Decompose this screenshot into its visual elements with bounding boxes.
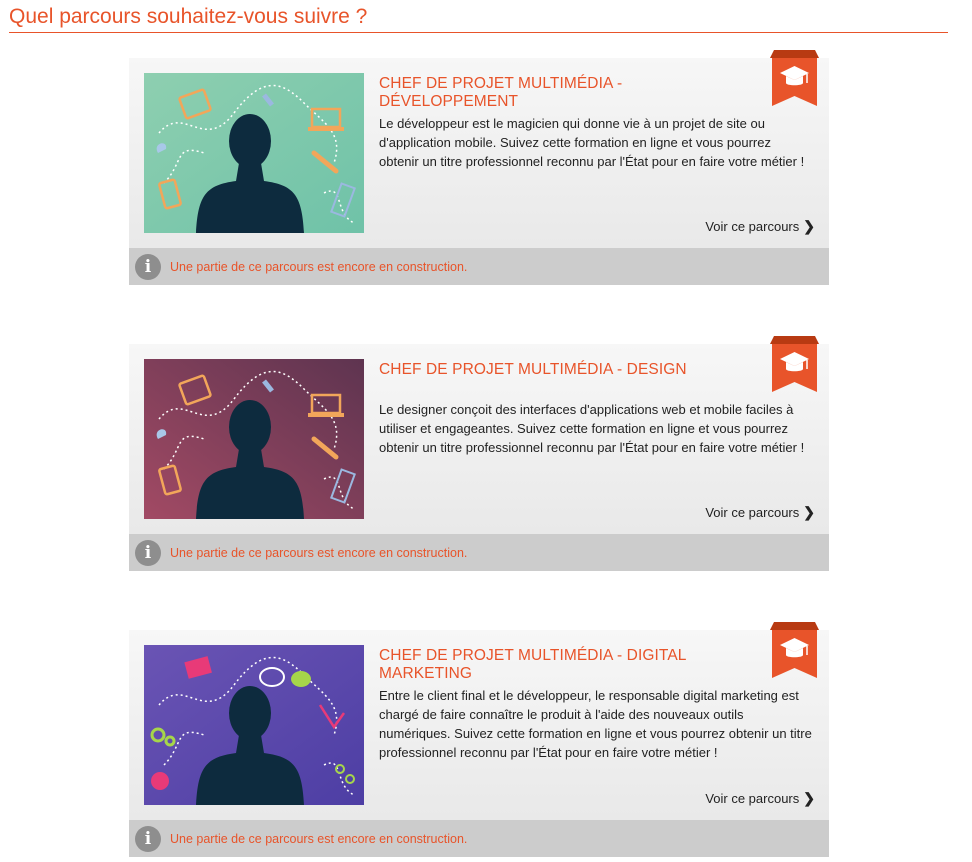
developer-silhouette-illustration xyxy=(144,73,364,233)
chevron-right-icon: ❯ xyxy=(803,218,815,234)
view-course-link[interactable]: Voir ce parcours ❯ xyxy=(705,790,815,807)
course-thumbnail-design[interactable] xyxy=(144,359,364,519)
construction-notice: i Une partie de ce parcours est encore e… xyxy=(129,534,829,571)
course-title[interactable]: CHEF DE PROJET MULTIMÉDIA - DESIGN xyxy=(379,361,759,379)
notice-text: Une partie de ce parcours est encore en … xyxy=(170,259,468,274)
course-title[interactable]: CHEF DE PROJET MULTIMÉDIA - DÉVELOPPEMEN… xyxy=(379,75,759,111)
notice-text: Une partie de ce parcours est encore en … xyxy=(170,831,468,846)
view-course-link[interactable]: Voir ce parcours ❯ xyxy=(705,218,815,235)
construction-notice: i Une partie de ce parcours est encore e… xyxy=(129,820,829,857)
marketing-silhouette-illustration xyxy=(144,645,364,805)
page-title: Quel parcours souhaitez-vous suivre ? xyxy=(9,2,948,33)
course-description: Le développeur est le magicien qui donne… xyxy=(379,116,805,169)
course-thumbnail-digital-marketing[interactable] xyxy=(144,645,364,805)
view-course-label: Voir ce parcours xyxy=(705,791,800,806)
course-card-design: CHEF DE PROJET MULTIMÉDIA - DESIGN Le de… xyxy=(129,336,829,571)
course-card-digital-marketing: CHEF DE PROJET MULTIMÉDIA - DIGITAL MARK… xyxy=(129,622,829,857)
notice-text: Une partie de ce parcours est encore en … xyxy=(170,545,468,560)
course-title[interactable]: CHEF DE PROJET MULTIMÉDIA - DIGITAL MARK… xyxy=(379,647,759,683)
course-description: Entre le client final et le développeur,… xyxy=(379,688,812,760)
view-course-label: Voir ce parcours xyxy=(705,505,800,520)
graduation-cap-icon xyxy=(770,336,819,392)
chevron-right-icon: ❯ xyxy=(803,504,815,520)
course-thumbnail-development[interactable] xyxy=(144,73,364,233)
view-course-label: Voir ce parcours xyxy=(705,219,800,234)
info-icon: i xyxy=(135,539,161,566)
info-icon: i xyxy=(135,253,161,280)
designer-silhouette-illustration xyxy=(144,359,364,519)
course-card-development: CHEF DE PROJET MULTIMÉDIA - DÉVELOPPEMEN… xyxy=(129,50,829,285)
view-course-link[interactable]: Voir ce parcours ❯ xyxy=(705,504,815,521)
graduation-cap-icon xyxy=(770,622,819,678)
construction-notice: i Une partie de ce parcours est encore e… xyxy=(129,248,829,285)
course-description: Le designer conçoit des interfaces d'app… xyxy=(379,402,805,455)
info-icon: i xyxy=(135,825,161,852)
graduation-cap-icon xyxy=(770,50,819,106)
chevron-right-icon: ❯ xyxy=(803,790,815,806)
